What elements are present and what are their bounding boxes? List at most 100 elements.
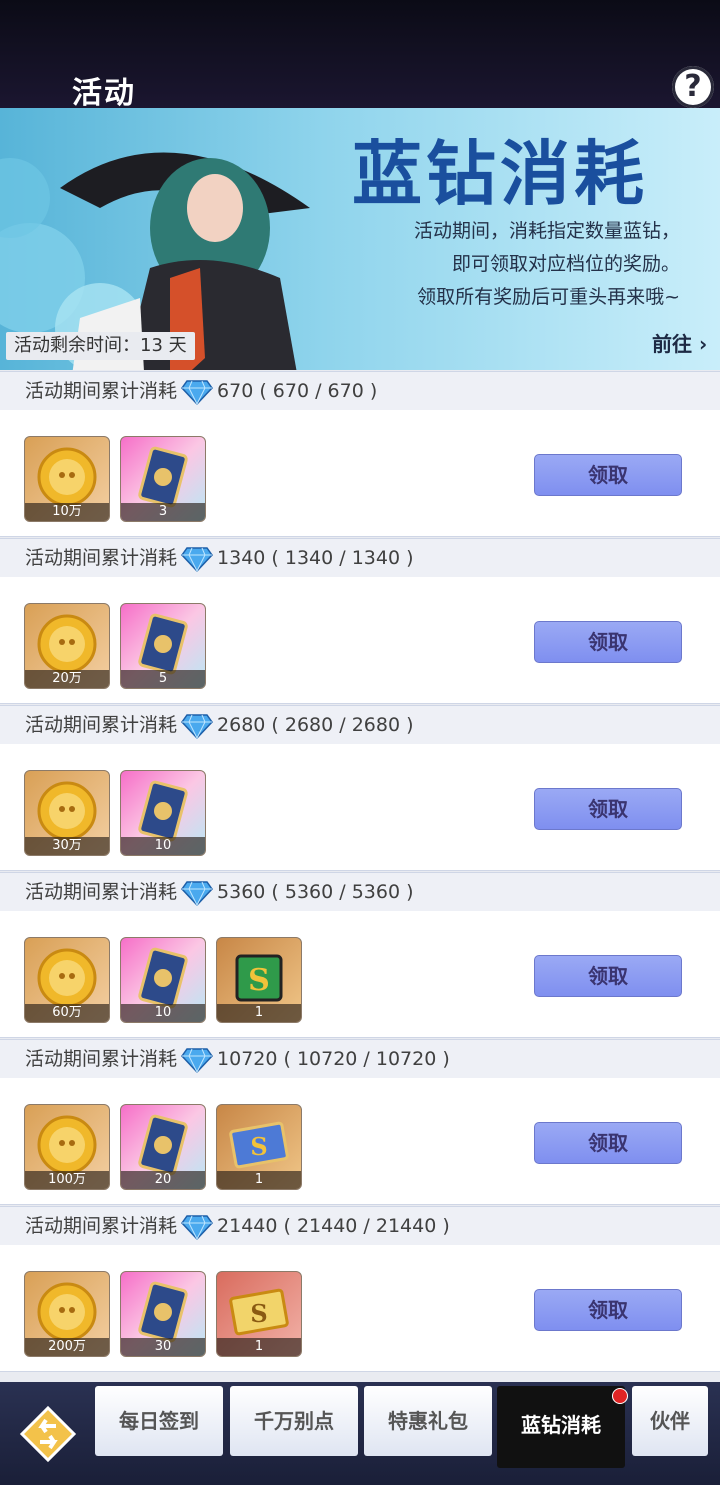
- tier-amount: 21440 ( 21440 / 21440 ): [217, 1215, 450, 1237]
- reward-count: 10: [121, 1004, 205, 1022]
- claim-button[interactable]: 领取: [534, 1289, 682, 1331]
- card-icon: [138, 780, 188, 842]
- gold-coin-icon: [37, 948, 97, 1008]
- s-ticket-blue-icon: S: [229, 1121, 289, 1169]
- reward-count: 5: [121, 670, 205, 688]
- tier-amount: 1340 ( 1340 / 1340 ): [217, 547, 414, 569]
- tier-header: 活动期间累计消耗 5360 ( 5360 / 5360 ): [0, 873, 720, 911]
- svg-text:S: S: [250, 1132, 267, 1161]
- tier-label: 活动期间累计消耗: [25, 547, 178, 569]
- reward-item[interactable]: 100万: [24, 1104, 110, 1190]
- help-icon[interactable]: ?: [672, 66, 714, 108]
- reward-count: 30万: [25, 837, 109, 855]
- tier-amount: 2680 ( 2680 / 2680 ): [217, 714, 414, 736]
- tab-daily-signin[interactable]: 每日签到: [95, 1386, 223, 1456]
- blue-diamond-icon: [181, 713, 213, 739]
- page-title: 活动: [72, 76, 136, 111]
- reward-count: 20万: [25, 670, 109, 688]
- reward-item[interactable]: 10: [120, 770, 206, 856]
- reward-item[interactable]: 3: [120, 436, 206, 522]
- tier-amount: 5360 ( 5360 / 5360 ): [217, 881, 414, 903]
- tab-blue-diamond-spend[interactable]: 蓝钻消耗: [497, 1386, 625, 1468]
- card-icon: [138, 613, 188, 675]
- card-icon: [138, 947, 188, 1009]
- claim-button[interactable]: 领取: [534, 621, 682, 663]
- tier-label: 活动期间累计消耗: [25, 881, 178, 903]
- reward-item[interactable]: S1: [216, 937, 302, 1023]
- reward-count: 10万: [25, 503, 109, 521]
- reward-count: 10: [121, 837, 205, 855]
- blue-diamond-icon: [181, 546, 213, 572]
- banner-line-2: 即可领取对应档位的奖励。: [451, 253, 680, 275]
- reward-item[interactable]: 200万: [24, 1271, 110, 1357]
- reward-item[interactable]: 20万: [24, 603, 110, 689]
- tab-partner[interactable]: 伙伴: [632, 1386, 708, 1456]
- tier-label: 活动期间累计消耗: [25, 1215, 178, 1237]
- reward-count: 1: [217, 1004, 301, 1022]
- tier-label: 活动期间累计消耗: [25, 380, 178, 402]
- gold-coin-icon: [37, 1115, 97, 1175]
- card-icon: [138, 1114, 188, 1176]
- event-banner: 蓝钻消耗 活动期间，消耗指定数量蓝钻， 即可领取对应档位的奖励。 领取所有奖励后…: [0, 108, 720, 370]
- s-ticket-gold-icon: S: [229, 1288, 289, 1336]
- tier-label: 活动期间累计消耗: [25, 1048, 178, 1070]
- tier-header: 活动期间累计消耗 2680 ( 2680 / 2680 ): [0, 706, 720, 744]
- tier-amount: 670 ( 670 / 670 ): [217, 380, 378, 402]
- card-icon: [138, 446, 188, 508]
- claim-button[interactable]: 领取: [534, 454, 682, 496]
- svg-text:S: S: [248, 963, 270, 998]
- blue-diamond-icon: [181, 1047, 213, 1073]
- s-ticket-green-icon: S: [235, 954, 283, 1002]
- tier-header: 活动期间累计消耗 1340 ( 1340 / 1340 ): [0, 539, 720, 577]
- gold-coin-icon: [37, 447, 97, 507]
- reward-item[interactable]: 30万: [24, 770, 110, 856]
- reward-tier: 活动期间累计消耗 2680 ( 2680 / 2680 ) 30万 10 领取: [0, 705, 720, 871]
- card-icon: [138, 1281, 188, 1343]
- time-remaining: 活动剩余时间：13 天: [6, 332, 195, 360]
- tier-header: 活动期间累计消耗 670 ( 670 / 670 ): [0, 372, 720, 410]
- svg-text:S: S: [250, 1299, 267, 1328]
- reward-count: 1: [217, 1338, 301, 1356]
- reward-count: 30: [121, 1338, 205, 1356]
- reward-item[interactable]: 10万: [24, 436, 110, 522]
- reward-count: 1: [217, 1171, 301, 1189]
- goto-link[interactable]: 前往 ›: [652, 328, 707, 357]
- reward-item[interactable]: 20: [120, 1104, 206, 1190]
- reward-count: 200万: [25, 1338, 109, 1356]
- bottom-tab-bar: 每日签到 千万别点 特惠礼包 蓝钻消耗 伙伴: [0, 1382, 720, 1485]
- reward-tier: 活动期间累计消耗 5360 ( 5360 / 5360 ) 60万 10 S 1 领取: [0, 872, 720, 1038]
- gold-coin-icon: [37, 614, 97, 674]
- blue-diamond-icon: [181, 880, 213, 906]
- tab-special-pack[interactable]: 特惠礼包: [364, 1386, 492, 1456]
- top-bar: 活动 ?: [0, 0, 720, 111]
- reward-item[interactable]: S1: [216, 1271, 302, 1357]
- reward-tier: 活动期间累计消耗 1340 ( 1340 / 1340 ) 20万 5 领取: [0, 538, 720, 704]
- gold-coin-icon: [37, 1282, 97, 1342]
- reward-tier: 活动期间累计消耗 10720 ( 10720 / 10720 ) 100万 20 S 1 领…: [0, 1039, 720, 1205]
- tier-header: 活动期间累计消耗 10720 ( 10720 / 10720 ): [0, 1040, 720, 1078]
- banner-line-3: 领取所有奖励后可重头再来哦~: [417, 286, 680, 308]
- reward-count: 20: [121, 1171, 205, 1189]
- claim-button[interactable]: 领取: [534, 955, 682, 997]
- reward-tier: 活动期间累计消耗 21440 ( 21440 / 21440 ) 200万 30 S 1 领…: [0, 1206, 720, 1372]
- reward-count: 3: [121, 503, 205, 521]
- reward-count: 100万: [25, 1171, 109, 1189]
- reward-count: 60万: [25, 1004, 109, 1022]
- tier-amount: 10720 ( 10720 / 10720 ): [217, 1048, 450, 1070]
- reward-item[interactable]: 5: [120, 603, 206, 689]
- claim-button[interactable]: 领取: [534, 788, 682, 830]
- back-arrow-icon[interactable]: [16, 1402, 80, 1466]
- tab-dont-click[interactable]: 千万别点: [230, 1386, 358, 1456]
- reward-item[interactable]: 30: [120, 1271, 206, 1357]
- tier-label: 活动期间累计消耗: [25, 714, 178, 736]
- reward-item[interactable]: S1: [216, 1104, 302, 1190]
- banner-heading: 蓝钻消耗: [352, 132, 648, 215]
- blue-diamond-icon: [181, 379, 213, 405]
- reward-item[interactable]: 60万: [24, 937, 110, 1023]
- blue-diamond-icon: [181, 1214, 213, 1240]
- notification-dot: [612, 1388, 628, 1404]
- reward-tier: 活动期间累计消耗 670 ( 670 / 670 ) 10万 3 领取: [0, 371, 720, 537]
- tier-header: 活动期间累计消耗 21440 ( 21440 / 21440 ): [0, 1207, 720, 1245]
- reward-item[interactable]: 10: [120, 937, 206, 1023]
- claim-button[interactable]: 领取: [534, 1122, 682, 1164]
